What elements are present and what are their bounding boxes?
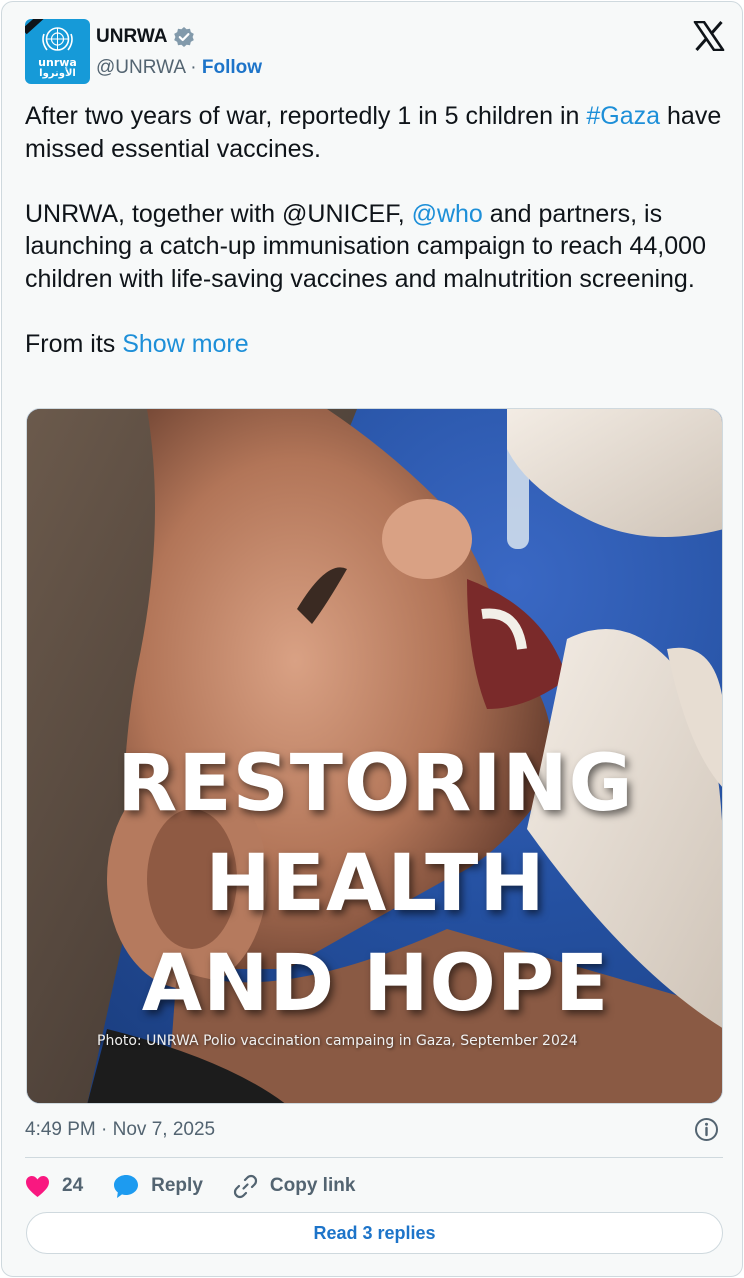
tweet-text-part: UNRWA, together with @UNICEF, bbox=[25, 199, 412, 228]
tweet-text-part: After two years of war, reportedly 1 in … bbox=[25, 102, 587, 130]
heart-icon bbox=[26, 1175, 49, 1197]
name-row: UNRWA bbox=[96, 26, 195, 48]
show-more-link[interactable]: Show more bbox=[122, 330, 248, 358]
reply-label: Reply bbox=[151, 1175, 203, 1196]
photo-caption: Photo: UNRWA Polio vaccination campaing … bbox=[97, 1033, 578, 1049]
read-replies-label: Read 3 replies bbox=[313, 1222, 436, 1243]
tweet-media-image[interactable]: RESTORING HEALTH AND HOPE Photo: UNRWA P… bbox=[26, 408, 723, 1104]
avatar-brand-ar: الأونروا bbox=[39, 68, 76, 79]
divider bbox=[25, 1157, 723, 1158]
un-emblem-icon bbox=[42, 27, 73, 51]
info-icon[interactable] bbox=[694, 1117, 719, 1142]
tweet-header: unrwa الأونروا UNRWA @UNRWA · Follow bbox=[25, 19, 725, 85]
like-count: 24 bbox=[62, 1175, 84, 1196]
x-logo-icon[interactable] bbox=[693, 21, 725, 51]
headline-line-2: HEALTH bbox=[205, 839, 546, 929]
copy-link-button[interactable]: Copy link bbox=[233, 1174, 356, 1199]
headline-line-3: AND HOPE bbox=[141, 939, 610, 1029]
tweet-timestamp[interactable]: 4:49 PM · Nov 7, 2025 bbox=[25, 1119, 215, 1141]
tweet-embed-card: unrwa الأونروا UNRWA @UNRWA · Follow Aft… bbox=[1, 1, 743, 1277]
copy-link-label: Copy link bbox=[269, 1175, 356, 1196]
avatar[interactable]: unrwa الأونروا bbox=[25, 19, 90, 84]
separator: · bbox=[190, 57, 197, 78]
tweet-text-part: From its bbox=[25, 329, 123, 358]
mention-who-link[interactable]: @who bbox=[412, 200, 483, 228]
tweet-text: After two years of war, reportedly 1 in … bbox=[25, 100, 725, 360]
handle-row: @UNRWA · Follow bbox=[96, 57, 262, 79]
reply-button[interactable]: Reply bbox=[113, 1174, 203, 1199]
verified-badge-icon bbox=[174, 27, 195, 47]
hashtag-gaza-link[interactable]: #Gaza bbox=[586, 102, 660, 130]
read-replies-button[interactable]: Read 3 replies bbox=[26, 1212, 723, 1254]
follow-button[interactable]: Follow bbox=[202, 57, 262, 78]
action-bar: 24 Reply Copy link bbox=[25, 1170, 385, 1202]
reply-bubble-icon bbox=[114, 1174, 139, 1198]
handle[interactable]: @UNRWA bbox=[96, 57, 185, 78]
link-icon bbox=[233, 1174, 257, 1198]
headline-line-1: RESTORING bbox=[117, 739, 634, 829]
like-button[interactable]: 24 bbox=[25, 1175, 83, 1198]
display-name[interactable]: UNRWA bbox=[96, 26, 167, 48]
